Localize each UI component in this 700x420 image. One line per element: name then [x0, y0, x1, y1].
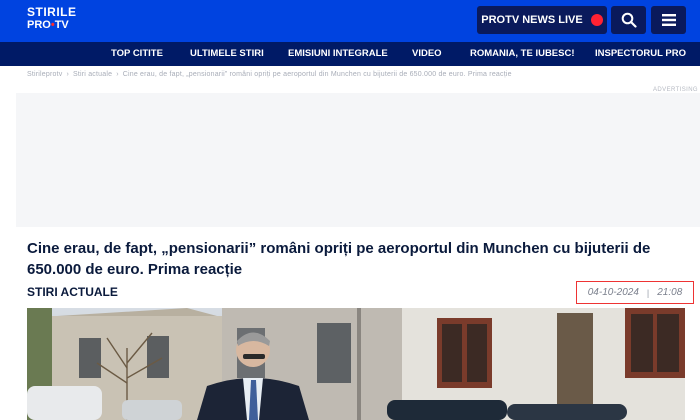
menu-button[interactable] — [651, 6, 686, 34]
article-photo-image — [27, 308, 685, 420]
nav-item-video[interactable]: VIDEO — [412, 48, 442, 59]
main-nav: TOP CITITE ULTIMELE STIRI EMISIUNI INTEG… — [0, 42, 700, 66]
date-separator: | — [646, 287, 650, 298]
article-headline: Cine erau, de fapt, „pensionarii” români… — [27, 240, 651, 278]
nav-item-romania-te-iubesc[interactable]: ROMANIA, TE IUBESC! — [470, 48, 575, 59]
article-time: 21:08 — [657, 287, 683, 298]
breadcrumb-home[interactable]: Stirileprotv — [27, 71, 62, 78]
breadcrumb-section[interactable]: Stiri actuale — [73, 71, 112, 78]
ad-placeholder — [16, 93, 700, 227]
article-datetime: 04-10-2024 | 21:08 — [576, 281, 694, 304]
live-indicator-icon — [590, 14, 603, 26]
article-photo — [27, 308, 685, 420]
breadcrumb: Stirileprotv › Stiri actuale › Cine erau, de… — [27, 71, 512, 78]
live-stream-button[interactable]: PROTV NEWS LIVE — [477, 6, 607, 34]
logo-text-bottom: PRO•TV — [27, 19, 69, 31]
search-icon — [621, 12, 637, 28]
site-header: STIRILE PRO•TV PROTV NEWS LIVE — [0, 0, 700, 42]
search-button[interactable] — [611, 6, 646, 34]
nav-item-ultimele-stiri[interactable]: ULTIMELE STIRI — [190, 48, 264, 59]
nav-item-top-citite[interactable]: TOP CITITE — [111, 48, 163, 59]
article-date: 04-10-2024 — [587, 287, 639, 298]
article-category[interactable]: STIRI ACTUALE — [27, 285, 118, 299]
logo-text-top: STIRILE — [27, 5, 77, 19]
breadcrumb-current: Cine erau, de fapt, „pensionarii” români… — [122, 71, 512, 78]
site-logo[interactable]: STIRILE PRO•TV — [27, 6, 77, 31]
hamburger-menu-icon — [661, 14, 676, 26]
nav-item-emisiuni-integrale[interactable]: EMISIUNI INTEGRALE — [288, 48, 388, 59]
nav-item-inspectorul-pro[interactable]: INSPECTORUL PRO — [595, 48, 686, 59]
live-button-label: PROTV NEWS LIVE — [481, 14, 583, 26]
